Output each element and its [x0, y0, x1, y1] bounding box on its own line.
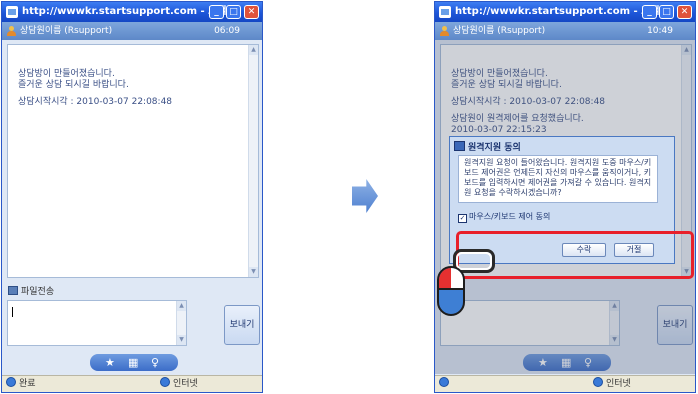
agent-icon — [440, 26, 449, 36]
status-bar: 완료 인터넷 — [2, 375, 262, 392]
chat-log: 상담방이 만들어졌습니다. 즐거운 상담 되시길 바랍니다. 상담시작시각 : … — [7, 44, 259, 278]
file-transfer-button[interactable]: 파일전송 — [8, 284, 54, 297]
session-time: 10:49 — [647, 26, 673, 36]
title-bar: http://wwwkr.startsupport.com - 고객... _ … — [435, 2, 695, 22]
monitor-icon — [454, 141, 465, 151]
file-transfer-label: 파일전송 — [21, 287, 55, 297]
page-icon — [6, 377, 16, 387]
close-button[interactable]: ✕ — [677, 5, 692, 19]
arrow-icon — [352, 179, 378, 213]
dialog-title: 원격지원 동의 — [454, 140, 521, 153]
ie-window-icon — [439, 6, 451, 18]
agent-header: 상담원이름 (Rsupport) 10:49 — [435, 22, 695, 40]
close-button[interactable]: ✕ — [244, 5, 259, 19]
status-page — [439, 376, 452, 392]
window-title: http://wwwkr.startsupport.com - 고객... — [455, 6, 671, 17]
bottom-toolbar: ★ ▦ ♀ — [90, 354, 178, 371]
agent-header: 상담원이름 (Rsupport) 06:09 — [2, 22, 262, 40]
folder-icon — [8, 286, 18, 295]
grid-icon[interactable]: ▦ — [128, 355, 138, 370]
agent-name: 상담원이름 (Rsupport) — [20, 26, 113, 36]
chat-line: 상담방이 만들어졌습니다. — [18, 69, 115, 79]
checkbox-label: 마우스/키보드 제어 동의 — [469, 212, 551, 221]
minimize-button[interactable]: _ — [642, 5, 657, 19]
status-bar: 인터넷 — [435, 375, 695, 392]
star-icon[interactable]: ★ — [105, 355, 115, 370]
minimize-button[interactable]: _ — [209, 5, 224, 19]
status-done: 완료 — [6, 376, 36, 392]
control-consent-checkbox[interactable]: ✓ 마우스/키보드 제어 동의 — [458, 211, 550, 223]
internet-icon — [593, 377, 603, 387]
agent-icon — [7, 26, 16, 36]
status-zone: 인터넷 — [160, 376, 198, 392]
chat-line: 상담시작시각 : 2010-03-07 22:08:48 — [18, 97, 173, 107]
chat-line: 즐거운 상담 되시길 바랍니다. — [18, 80, 129, 90]
agent-name: 상담원이름 (Rsupport) — [453, 26, 546, 36]
title-bar: http://wwwkr.startsupport.com - 고객... _ … — [2, 2, 262, 22]
send-button[interactable]: 보내기 — [224, 305, 260, 345]
chat-scrollbar[interactable]: ▲ ▼ — [248, 45, 258, 277]
dialog-message: 원격지원 요청이 들어왔습니다. 원격지원 도중 마우스/키보드 제어권은 언제… — [458, 155, 658, 203]
support-icon[interactable]: ♀ — [151, 355, 159, 370]
maximize-button[interactable]: □ — [226, 5, 241, 19]
window-title: http://wwwkr.startsupport.com - 고객... — [22, 6, 238, 17]
maximize-button[interactable]: □ — [659, 5, 674, 19]
chat-window-before: http://wwwkr.startsupport.com - 고객... _ … — [1, 1, 263, 393]
input-scrollbar[interactable]: ▲ ▼ — [176, 301, 186, 345]
message-input[interactable]: ▲ ▼ — [7, 300, 187, 346]
status-zone: 인터넷 — [593, 376, 631, 392]
session-time: 06:09 — [214, 26, 240, 36]
mouse-icon — [437, 266, 465, 316]
page-icon — [439, 377, 449, 387]
checkbox-checked-icon: ✓ — [458, 214, 467, 223]
chat-window-after: http://wwwkr.startsupport.com - 고객... _ … — [434, 1, 696, 393]
internet-icon — [160, 377, 170, 387]
ie-window-icon — [6, 6, 18, 18]
